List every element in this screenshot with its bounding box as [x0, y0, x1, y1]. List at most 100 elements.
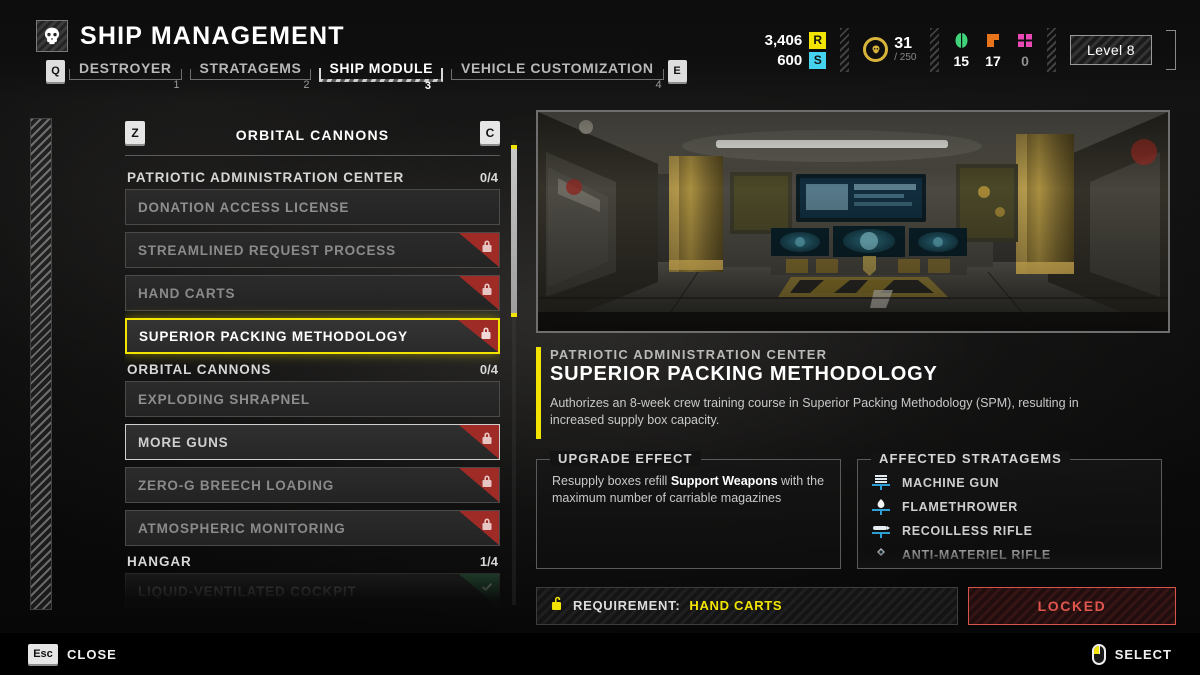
list-item-label: MORE GUNS [138, 434, 229, 450]
list-item-label: LIQUID-VENTILATED COCKPIT [138, 583, 357, 599]
list-item[interactable]: ATMOSPHERIC MONITORING [125, 510, 500, 546]
list-item-label: SUPERIOR PACKING METHODOLOGY [139, 328, 408, 344]
stratagem-list-fade [858, 549, 1161, 568]
tab-label: VEHICLE CUSTOMIZATION [461, 60, 654, 76]
supercredits-row: 600 S [777, 51, 827, 69]
common-sample-count: 15 [953, 52, 970, 69]
page-title: SHIP MANAGEMENT [80, 21, 345, 50]
list-item-label: EXPLODING SHRAPNEL [138, 391, 310, 407]
tab-underline [189, 69, 312, 80]
select-action[interactable]: SELECT [1091, 643, 1172, 665]
group-name: HANGAR [127, 554, 192, 569]
medals-group: 31 / 250 [849, 36, 930, 63]
tab-destroyer[interactable]: DESTROYER 1 [65, 58, 186, 91]
footer-bar: Esc CLOSE SELECT [0, 633, 1200, 675]
module-headline: PATRIOTIC ADMINISTRATION CENTER SUPERIOR… [536, 347, 1176, 439]
tab-bar: Q DESTROYER 1 STRATAGEMS 2 SHIP MODULE 3… [46, 58, 687, 92]
list-item[interactable]: EXPLODING SHRAPNEL [125, 381, 500, 417]
ship-interior-render [538, 112, 1168, 331]
tab-ship-module[interactable]: SHIP MODULE 3 [315, 58, 447, 92]
list-item[interactable]: HAND CARTS [125, 275, 500, 311]
rare-sample-count: 17 [985, 52, 1001, 69]
group-name: ORBITAL CANNONS [127, 362, 272, 377]
group-name: PATRIOTIC ADMINISTRATION CENTER [127, 170, 405, 185]
affected-stratagems-legend: AFFECTED STRATAGEMS [871, 450, 1070, 466]
divider [1047, 28, 1057, 72]
top-bar: SHIP MANAGEMENT Q DESTROYER 1 STRATAGEMS… [0, 0, 1200, 100]
lock-icon [459, 511, 499, 545]
prev-category-key[interactable]: Z [125, 121, 145, 144]
machine-gun-icon [871, 474, 891, 492]
list-item-hovered[interactable]: MORE GUNS [125, 424, 500, 460]
group-count: 0/4 [479, 362, 498, 377]
list-item[interactable]: STREAMLINED REQUEST PROCESS [125, 232, 500, 268]
lock-icon [459, 276, 499, 310]
requirement-value: HAND CARTS [689, 598, 783, 614]
mouse-icon [1091, 643, 1106, 665]
module-list-scroll-area[interactable]: PATRIOTIC ADMINISTRATION CENTER 0/4 DONA… [125, 156, 500, 608]
accent-bar [536, 347, 541, 439]
rare-sample: 17 [985, 32, 1001, 69]
list-item-label: STREAMLINED REQUEST PROCESS [138, 242, 396, 258]
level-group: Level 8 [1056, 35, 1156, 65]
ship-management-screen: SHIP MANAGEMENT Q DESTROYER 1 STRATAGEMS… [0, 0, 1200, 675]
tab-number: 1 [173, 79, 180, 91]
flamethrower-icon [871, 498, 891, 516]
stratagem-item: RECOILLESS RIFLE [871, 519, 1162, 543]
stratagem-label: FLAMETHROWER [902, 499, 1019, 514]
tab-number: 4 [655, 79, 662, 91]
list-item-selected[interactable]: SUPERIOR PACKING METHODOLOGY [125, 318, 500, 354]
super-sample-icon [1018, 33, 1033, 47]
list-item[interactable]: ZERO-G BREECH LOADING [125, 467, 500, 503]
supercredits-value: 600 [777, 51, 803, 69]
divider [930, 28, 940, 72]
tab-underline [451, 69, 664, 80]
medals-current: 31 [894, 35, 913, 53]
effect-text-bold: Support Weapons [670, 473, 778, 488]
samples-group: 15 17 0 [939, 32, 1047, 69]
lock-icon [459, 468, 499, 502]
group-header-orbital-cannons: ORBITAL CANNONS 0/4 [127, 362, 498, 377]
locked-button[interactable]: LOCKED [968, 586, 1176, 625]
scrollbar-thumb[interactable] [511, 145, 517, 317]
list-header: Z ORBITAL CANNONS C [125, 118, 500, 152]
divider [840, 28, 850, 72]
bracket-decoration [1166, 30, 1176, 70]
close-action[interactable]: Esc CLOSE [28, 644, 117, 664]
group-header-hangar: HANGAR 1/4 [127, 554, 498, 569]
esc-key[interactable]: Esc [28, 644, 58, 664]
resource-bar: 3,406 R 600 S 31 / 250 15 17 0 Level 8 [751, 26, 1176, 74]
list-item[interactable]: DONATION ACCESS LICENSE [125, 189, 500, 225]
detail-action-row: REQUIREMENT: HAND CARTS LOCKED [536, 586, 1176, 625]
group-count: 1/4 [479, 554, 498, 569]
tab-label: STRATAGEMS [199, 60, 302, 76]
prev-tab-key[interactable]: Q [46, 60, 65, 82]
next-category-key[interactable]: C [480, 121, 500, 144]
module-detail-panel: PATRIOTIC ADMINISTRATION CENTER SUPERIOR… [536, 110, 1176, 625]
decorative-hatch-strip [30, 118, 52, 610]
currency-group: 3,406 R 600 S [751, 31, 841, 69]
title-row: SHIP MANAGEMENT [36, 20, 345, 52]
check-icon [459, 574, 499, 608]
skull-icon [36, 20, 68, 52]
lock-icon [459, 425, 499, 459]
tab-stratagems[interactable]: STRATAGEMS 2 [186, 58, 316, 91]
module-description: Authorizes an 8-week crew training cours… [550, 396, 1079, 427]
requirement-bar: REQUIREMENT: HAND CARTS [536, 586, 958, 625]
common-sample-icon [955, 32, 968, 48]
stratagem-item: MACHINE GUN [871, 471, 1162, 495]
next-tab-key[interactable]: E [667, 60, 687, 82]
supercredits-icon: S [809, 51, 827, 69]
lock-icon [458, 320, 498, 352]
requisition-icon: R [809, 31, 827, 49]
unlock-icon [551, 595, 564, 616]
rare-sample-icon [987, 33, 1000, 47]
tab-number: 2 [303, 79, 310, 91]
list-item[interactable]: LIQUID-VENTILATED COCKPIT [125, 573, 500, 608]
requisition-value: 3,406 [764, 31, 803, 49]
level-badge: Level 8 [1070, 35, 1152, 65]
lock-icon [459, 233, 499, 267]
tab-vehicle-customization[interactable]: VEHICLE CUSTOMIZATION 4 [447, 58, 668, 91]
upgrade-effect-legend: UPGRADE EFFECT [550, 450, 701, 466]
detail-boxes: UPGRADE EFFECT Resupply boxes refill Sup… [536, 450, 1176, 569]
